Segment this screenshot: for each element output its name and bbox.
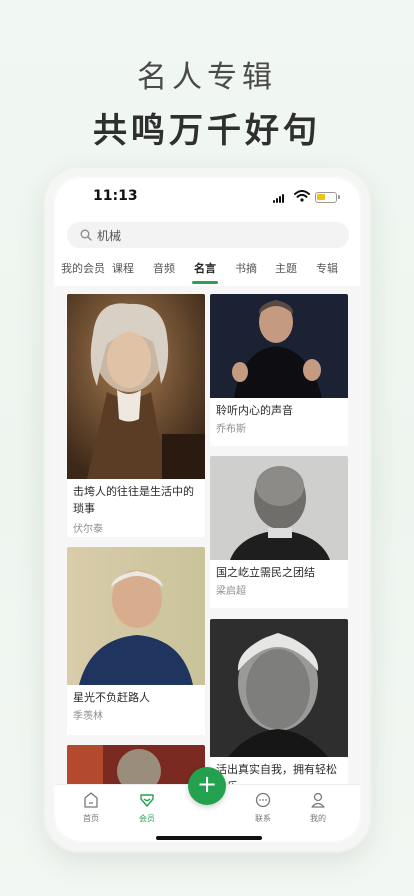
quote-author: 季羡林 [73, 711, 103, 722]
quote-card[interactable]: 国之屹立需民之团结 梁启超 [210, 456, 348, 608]
search-input[interactable]: 机械 [67, 222, 349, 248]
home-icon [84, 792, 98, 808]
tab-topics[interactable]: 主题 [275, 260, 297, 276]
photo-liang-qichao-image [210, 456, 348, 560]
chat-icon [255, 792, 271, 808]
quote-author: 伏尔泰 [73, 524, 103, 535]
search-bar: 机械 [55, 218, 360, 256]
tab-quotes[interactable]: 名言 [194, 260, 216, 276]
profile-icon [311, 792, 325, 808]
tab-excerpts[interactable]: 书摘 [235, 260, 257, 276]
status-time: 11:13 [93, 188, 138, 204]
search-query: 机械 [97, 229, 122, 243]
status-bar: 11:13 [55, 178, 360, 218]
quote-title: 活出真实自我，拥有轻松快乐 [216, 763, 337, 784]
quote-title: 击垮人的往往是生活中的琐事 [73, 485, 194, 515]
member-heart-icon [140, 794, 154, 807]
hero-title: 名人专辑 [137, 60, 277, 95]
signal-icon [273, 193, 287, 203]
wifi-icon [294, 190, 310, 202]
photo-card-image [67, 745, 205, 784]
tab-courses[interactable]: 课程 [112, 260, 134, 276]
quote-feed[interactable]: 击垮人的往往是生活中的琐事 伏尔泰 聆听内心的声音 乔布斯 国之屹立需民之团结 … [55, 286, 360, 784]
nav-member-label: 会员 [139, 814, 155, 823]
home-indicator [156, 836, 262, 840]
quote-card[interactable] [67, 745, 205, 784]
quote-card[interactable]: 击垮人的往往是生活中的琐事 伏尔泰 [67, 294, 205, 537]
active-tab-indicator [192, 281, 218, 284]
add-button[interactable]: + [188, 767, 226, 805]
nav-home-label: 首页 [83, 814, 99, 823]
quote-title: 星光不负赶路人 [73, 691, 150, 704]
quote-author: 梁启超 [216, 586, 246, 597]
bottom-nav: 首页 会员 + 联系 我的 [55, 767, 360, 841]
quote-title: 聆听内心的声音 [216, 404, 293, 417]
nav-profile-label: 我的 [310, 814, 326, 823]
plus-icon: + [196, 770, 218, 798]
tab-audio[interactable]: 音频 [153, 260, 175, 276]
photo-krishnamurti-image [210, 619, 348, 757]
search-icon [80, 229, 92, 241]
app-screen: 11:13 机械 我的会员 课程 音频 名言 书摘 主题 专辑 击垮人的往往是生… [55, 178, 360, 841]
tab-albums[interactable]: 专辑 [316, 260, 338, 276]
quote-author: 乔布斯 [216, 424, 246, 435]
photo-ji-xianlin-image [67, 547, 205, 685]
quote-card[interactable]: 聆听内心的声音 乔布斯 [210, 294, 348, 446]
portrait-voltaire-image [67, 294, 205, 479]
nav-contact-label: 联系 [255, 814, 271, 823]
quote-card[interactable]: 活出真实自我，拥有轻松快乐 [210, 619, 348, 784]
tab-my-membership[interactable]: 我的会员 [61, 260, 105, 276]
phone-mockup: 11:13 机械 我的会员 课程 音频 名言 书摘 主题 专辑 击垮人的往往是生… [45, 168, 370, 851]
quote-card[interactable]: 星光不负赶路人 季羡林 [67, 547, 205, 735]
category-tabs: 我的会员 课程 音频 名言 书摘 主题 专辑 [55, 256, 360, 286]
hero-subtitle: 共鸣万千好句 [93, 111, 321, 151]
quote-title: 国之屹立需民之团结 [216, 566, 315, 579]
battery-icon [315, 192, 340, 203]
photo-jobs-image [210, 294, 348, 398]
